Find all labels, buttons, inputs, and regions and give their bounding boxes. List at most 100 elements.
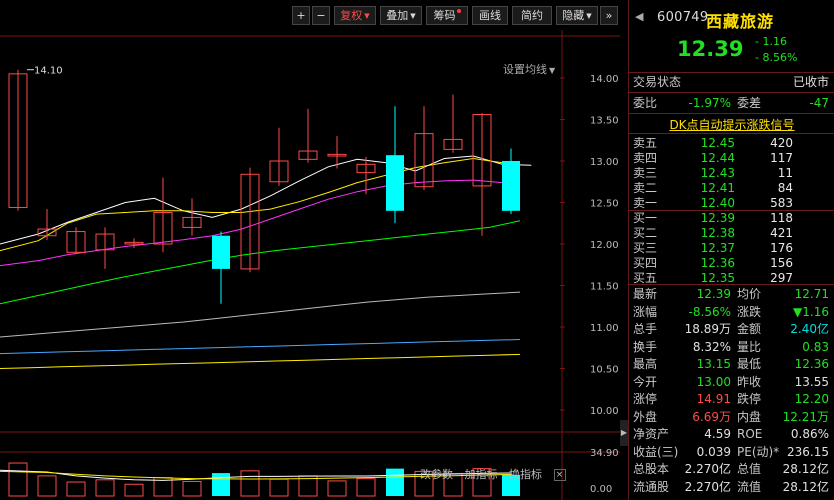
divider (629, 92, 834, 93)
quote-label: 均价 (737, 287, 762, 301)
y-tick-label: 12.50 (590, 199, 619, 210)
quote-value: 12.36 (794, 357, 829, 371)
quote-value: 13.15 (696, 357, 731, 371)
quote-value: 8.32% (692, 339, 731, 354)
quote-value: 12.21万 (782, 409, 829, 424)
quote-row: 最新 12.39 均价 12.71 (629, 286, 834, 302)
add-indicator-link[interactable]: 加指标 (465, 468, 498, 481)
bids-volume: 118 (770, 211, 793, 225)
draw-line-button[interactable]: 画线 (472, 6, 508, 25)
adjust-button[interactable]: 复权 ▼ (334, 6, 376, 25)
zoom-in-button[interactable]: + (292, 6, 310, 25)
quote-label: 最低 (737, 357, 762, 371)
expand-panel-button[interactable]: » (600, 6, 618, 25)
close-icon[interactable]: × (553, 469, 566, 481)
quote-value: 2.40亿 (790, 322, 829, 336)
bids-label: 买二 (633, 226, 658, 240)
asks-price: 12.45 (700, 136, 735, 150)
quote-label: 最高 (633, 357, 658, 371)
quote-value: 18.89万 (684, 322, 731, 336)
order-ratio-row: 委比 -1.97% 委差 -47 (633, 96, 829, 110)
chart-area[interactable]: 14.00 13.50 13.00 12.50 12.00 11.50 11.00 10.50… (0, 30, 620, 500)
bids-price: 12.38 (700, 226, 735, 240)
y-tick-label: 10.00 (590, 406, 619, 417)
asks-label: 卖一 (633, 196, 658, 210)
bids-price: 12.36 (700, 256, 735, 270)
dk-signal-link[interactable]: DK点自动提示涨跌信号 (629, 116, 834, 133)
quote-label: 最新 (633, 287, 658, 301)
asks-price: 12.41 (700, 181, 735, 195)
asks-row: 卖二 12.41 84 (629, 181, 834, 196)
asks-label: 卖二 (633, 181, 658, 195)
prev-stock-icon[interactable]: ◀ (635, 10, 643, 23)
y-tick-label: 13.50 (590, 116, 619, 127)
asks-row: 卖三 12.43 11 (629, 166, 834, 181)
edit-params-link[interactable]: 改参数 (420, 468, 453, 481)
chips-button[interactable]: 筹码 (426, 6, 468, 25)
bids-row: 买一 12.39 118 (629, 211, 834, 226)
asks-volume: 117 (770, 151, 793, 165)
switch-indicator-link[interactable]: 换指标 (509, 468, 542, 481)
bids-label: 买五 (633, 271, 658, 285)
quote-label: 量比 (737, 339, 762, 354)
quote-value: 12.20 (794, 392, 829, 406)
dropdown-arrow-icon: ▼ (549, 66, 556, 75)
volume-tick-label: 0.00 (590, 484, 612, 495)
quote-value: 2.270亿 (684, 462, 731, 476)
quote-value: 28.12亿 (782, 479, 829, 494)
y-tick-label: 11.50 (590, 282, 619, 293)
quote-row: 换手 8.32% 量比 0.83 (629, 339, 834, 355)
bids-volume: 156 (770, 256, 793, 270)
y-tick-label: 11.00 (590, 323, 619, 334)
bids-row: 买二 12.38 421 (629, 226, 834, 241)
quote-row: 外盘 6.69万 内盘 12.21万 (629, 409, 834, 425)
bids-row: 买四 12.36 156 (629, 256, 834, 271)
volume-bar (124, 483, 144, 497)
asks-row: 卖四 12.44 117 (629, 151, 834, 166)
quote-row: 净资产 4.59 ROE 0.86% (629, 426, 834, 442)
quote-row: 最高 13.15 最低 12.36 (629, 356, 834, 372)
quote-value: 0.039 (696, 444, 731, 459)
quote-label: 换手 (633, 339, 658, 354)
ma_extra-line (0, 353, 521, 369)
ma-settings-link[interactable]: 设置均线 ▼ (503, 61, 555, 77)
asks-row: 卖一 12.40 583 (629, 196, 834, 211)
quote-label: 流通股 (633, 479, 670, 494)
quote-value: 0.86% (790, 427, 829, 441)
quote-row: 总手 18.89万 金额 2.40亿 (629, 321, 834, 337)
collapse-panel-button[interactable]: ▶ (620, 420, 628, 446)
quote-row: 今开 13.00 昨收 13.55 (629, 374, 834, 390)
asks-label: 卖四 (633, 151, 658, 165)
quote-label: 涨幅 (633, 304, 658, 319)
candle-body (502, 161, 520, 211)
stock-code: 600749 (657, 10, 709, 25)
max-price-label: 14.10 (34, 66, 63, 77)
quote-row: 总股本 2.270亿 总值 28.12亿 (629, 461, 834, 477)
simple-mode-button[interactable]: 简约 (512, 6, 552, 25)
bids-volume: 297 (770, 271, 793, 285)
candle-body (212, 235, 230, 269)
quote-value: 28.12亿 (782, 462, 829, 476)
last-price: 12.39 (677, 37, 744, 61)
asks-price: 12.43 (700, 166, 735, 180)
double-chevron-right-icon: » (605, 9, 613, 22)
quote-row: 涨停 14.91 跌停 12.20 (629, 391, 834, 407)
hide-button[interactable]: 隐藏 ▼ (556, 6, 598, 25)
bids-row: 买三 12.37 176 (629, 241, 834, 256)
bids-price: 12.35 (700, 271, 735, 285)
y-tick-label: 12.00 (590, 240, 619, 251)
y-tick-label: 14.00 (590, 74, 619, 85)
candlestick-chart[interactable]: 14.00 13.50 13.00 12.50 12.00 11.50 11.00 10.50… (0, 30, 620, 500)
quote-label: 总值 (737, 462, 762, 476)
quote-value: 14.91 (696, 392, 731, 406)
zoom-out-button[interactable]: − (312, 6, 330, 25)
stock-name: 西藏旅游 (706, 12, 775, 31)
price-change-pct: - 8.56% (755, 51, 798, 64)
minus-icon: − (316, 9, 326, 22)
asks-label: 卖三 (633, 166, 658, 180)
volume-bar (356, 478, 376, 497)
chevron-right-icon: ▶ (620, 428, 628, 437)
chart-toolbar: + − 复权 ▼ 叠加 ▼ 筹码 画线 简约 隐藏 ▼ » (0, 0, 620, 30)
quote-label: 跌停 (737, 392, 762, 406)
overlay-button[interactable]: 叠加 ▼ (380, 6, 422, 25)
